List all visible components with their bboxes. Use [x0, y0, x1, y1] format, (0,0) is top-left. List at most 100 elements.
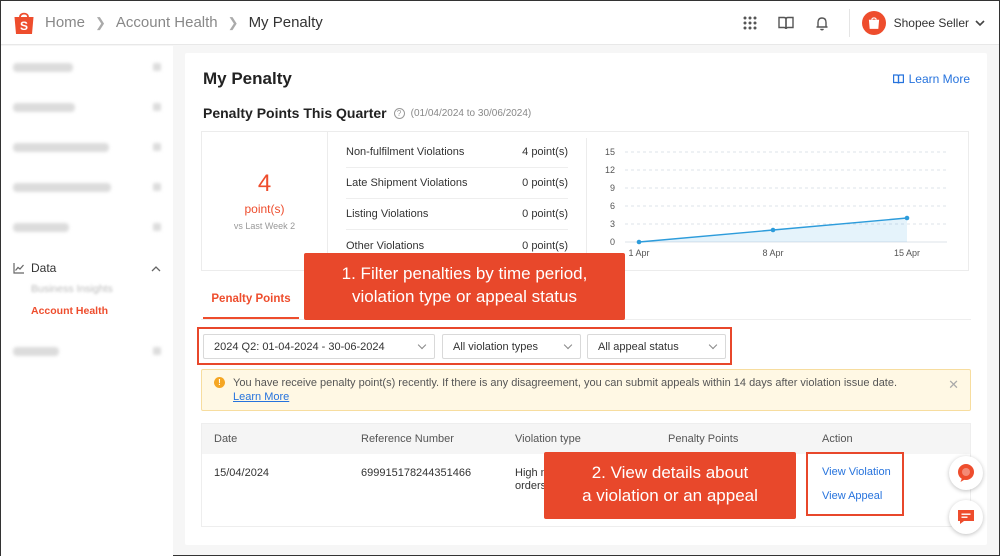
- sidebar-item-blurred[interactable]: [13, 99, 161, 115]
- total-points-comparison: vs Last Week 2: [233, 221, 296, 231]
- book-icon[interactable]: [777, 14, 795, 32]
- callout-filter-line2: violation type or appeal status: [352, 287, 577, 306]
- points-trend-chart-svg: 0 3 6 9 12 15 1 Apr 8 Apr 15 Apr: [605, 147, 947, 258]
- callout-details: 2. View details about a violation or an …: [544, 452, 796, 519]
- page-title: My Penalty: [203, 69, 292, 88]
- column-header-violation-type: Violation type: [515, 433, 581, 445]
- violation-points: 0 point(s): [522, 208, 568, 220]
- callout-filter-line1: 1. Filter penalties by time period,: [341, 264, 588, 283]
- chart-x-tick-label: 8 Apr: [762, 248, 783, 258]
- points-trend-chart: 0 3 6 9 12 15 1 Apr 8 Apr 15 Apr: [586, 138, 966, 270]
- chevron-right-icon: ❯: [95, 14, 106, 30]
- violation-name: Other Violations: [346, 239, 425, 252]
- column-header-penalty-points: Penalty Points: [668, 433, 739, 445]
- bell-icon[interactable]: [813, 14, 831, 32]
- book-open-icon: [892, 74, 904, 84]
- sidebar-item-blurred[interactable]: [13, 139, 161, 155]
- section-title-text: Penalty Points This Quarter: [203, 105, 387, 121]
- sidebar-item-blurred[interactable]: [13, 343, 161, 359]
- sidebar: Data Business Insights Account Health: [1, 46, 173, 556]
- chat-button[interactable]: [949, 500, 983, 534]
- actions-highlight: [806, 452, 904, 516]
- sidebar-item-label: Data: [31, 261, 57, 275]
- total-points-unit: point(s): [244, 202, 285, 216]
- chart-point: [770, 227, 776, 233]
- alert-learn-more-link[interactable]: Learn More: [233, 391, 289, 403]
- violation-type-select[interactable]: All violation types: [442, 334, 581, 359]
- violation-name: Non-fulfilment Violations: [346, 146, 465, 158]
- apps-grid-icon[interactable]: [741, 14, 759, 32]
- chart-y-tick-label: 0: [610, 237, 615, 247]
- user-name[interactable]: Shopee Seller: [894, 16, 969, 30]
- violation-points: 0 point(s): [522, 239, 568, 252]
- learn-more-label: Learn More: [908, 72, 970, 86]
- assistant-button[interactable]: [949, 456, 983, 490]
- violation-name: Listing Violations: [346, 208, 429, 220]
- chat-bubble-icon: [958, 464, 974, 482]
- svg-text:S: S: [20, 19, 28, 33]
- chevron-down-icon: [563, 340, 573, 350]
- divider: [848, 9, 850, 37]
- chevron-down-icon[interactable]: [975, 14, 985, 32]
- violation-points: 0 point(s): [522, 177, 568, 189]
- violation-points: 4 point(s): [522, 146, 568, 158]
- chart-x-tick-label: 1 Apr: [628, 248, 649, 258]
- close-icon[interactable]: ✕: [948, 377, 959, 393]
- total-points: 4 point(s) vs Last Week 2: [202, 132, 328, 270]
- view-appeal-link[interactable]: View Appeal: [822, 490, 882, 502]
- chart-point: [636, 239, 642, 245]
- section-title: Penalty Points This Quarter ? (01/04/202…: [203, 105, 531, 121]
- sidebar-item-blurred[interactable]: [13, 179, 161, 195]
- callout-details-line1: 2. View details about: [591, 463, 749, 482]
- chevron-right-icon: ❯: [227, 14, 239, 30]
- violation-row: Late Shipment Violations 0 point(s): [346, 168, 568, 199]
- appeal-status-select-value: All appeal status: [598, 340, 679, 353]
- info-alert: ! You have receive penalty point(s) rece…: [201, 369, 971, 411]
- breadcrumb-current: My Penalty: [248, 14, 323, 31]
- alert-text: You have receive penalty point(s) recent…: [233, 377, 898, 389]
- violation-row: Non-fulfilment Violations 4 point(s): [346, 137, 568, 168]
- breadcrumb-home[interactable]: Home: [45, 14, 85, 31]
- chart-y-tick-label: 6: [610, 201, 615, 211]
- message-icon: [958, 510, 974, 524]
- chart-point: [904, 215, 910, 221]
- period-select-value: 2024 Q2: 01-04-2024 - 30-06-2024: [214, 340, 385, 353]
- chart-line-icon: [13, 262, 25, 274]
- warning-icon: !: [214, 377, 225, 388]
- sidebar-item-data[interactable]: Data: [13, 261, 161, 275]
- row-violation-type-cont: orders: [515, 480, 547, 492]
- violation-type-select-value: All violation types: [453, 340, 538, 353]
- avatar[interactable]: [861, 11, 886, 35]
- breadcrumb: Home ❯ Account Health ❯ My Penalty: [45, 14, 323, 31]
- chart-y-tick-label: 15: [605, 147, 615, 157]
- row-reference: 699915178244351466: [361, 467, 472, 479]
- column-header-reference: Reference Number: [361, 433, 454, 445]
- help-icon[interactable]: ?: [393, 107, 405, 119]
- date-range: (01/04/2024 to 30/06/2024): [410, 107, 532, 119]
- period-select[interactable]: 2024 Q2: 01-04-2024 - 30-06-2024: [203, 334, 435, 359]
- top-bar: S Home ❯ Account Health ❯ My Penalty Sho…: [1, 1, 999, 45]
- view-violation-link[interactable]: View Violation: [822, 466, 891, 478]
- shopee-logo-icon[interactable]: S: [13, 10, 35, 36]
- sidebar-item-blurred[interactable]: [13, 219, 161, 235]
- sidebar-item-blurred[interactable]: [13, 59, 161, 75]
- table-header: Date Reference Number Violation type Pen…: [202, 424, 970, 454]
- chart-x-tick-label: 15 Apr: [894, 248, 920, 258]
- callout-details-line2: a violation or an appeal: [582, 486, 758, 505]
- violation-row: Listing Violations 0 point(s): [346, 199, 568, 230]
- violation-name: Late Shipment Violations: [346, 177, 468, 189]
- sidebar-subitem-business-insights[interactable]: Business Insights: [31, 283, 113, 295]
- chevron-down-icon: [417, 340, 427, 350]
- chevron-down-icon: [708, 340, 718, 350]
- tab-penalty-points[interactable]: Penalty Points: [203, 281, 299, 319]
- column-header-action: Action: [822, 433, 853, 445]
- total-points-value: 4: [257, 170, 272, 197]
- chart-y-tick-label: 9: [610, 183, 615, 193]
- chart-y-tick-label: 3: [610, 219, 615, 229]
- appeal-status-select[interactable]: All appeal status: [587, 334, 726, 359]
- chevron-up-icon: [151, 261, 161, 275]
- learn-more-link[interactable]: Learn More: [892, 72, 970, 86]
- sidebar-subitem-account-health[interactable]: Account Health: [31, 305, 108, 317]
- penalty-summary: 4 point(s) vs Last Week 2 Non-fulfilment…: [201, 131, 969, 271]
- breadcrumb-account-health[interactable]: Account Health: [116, 14, 218, 31]
